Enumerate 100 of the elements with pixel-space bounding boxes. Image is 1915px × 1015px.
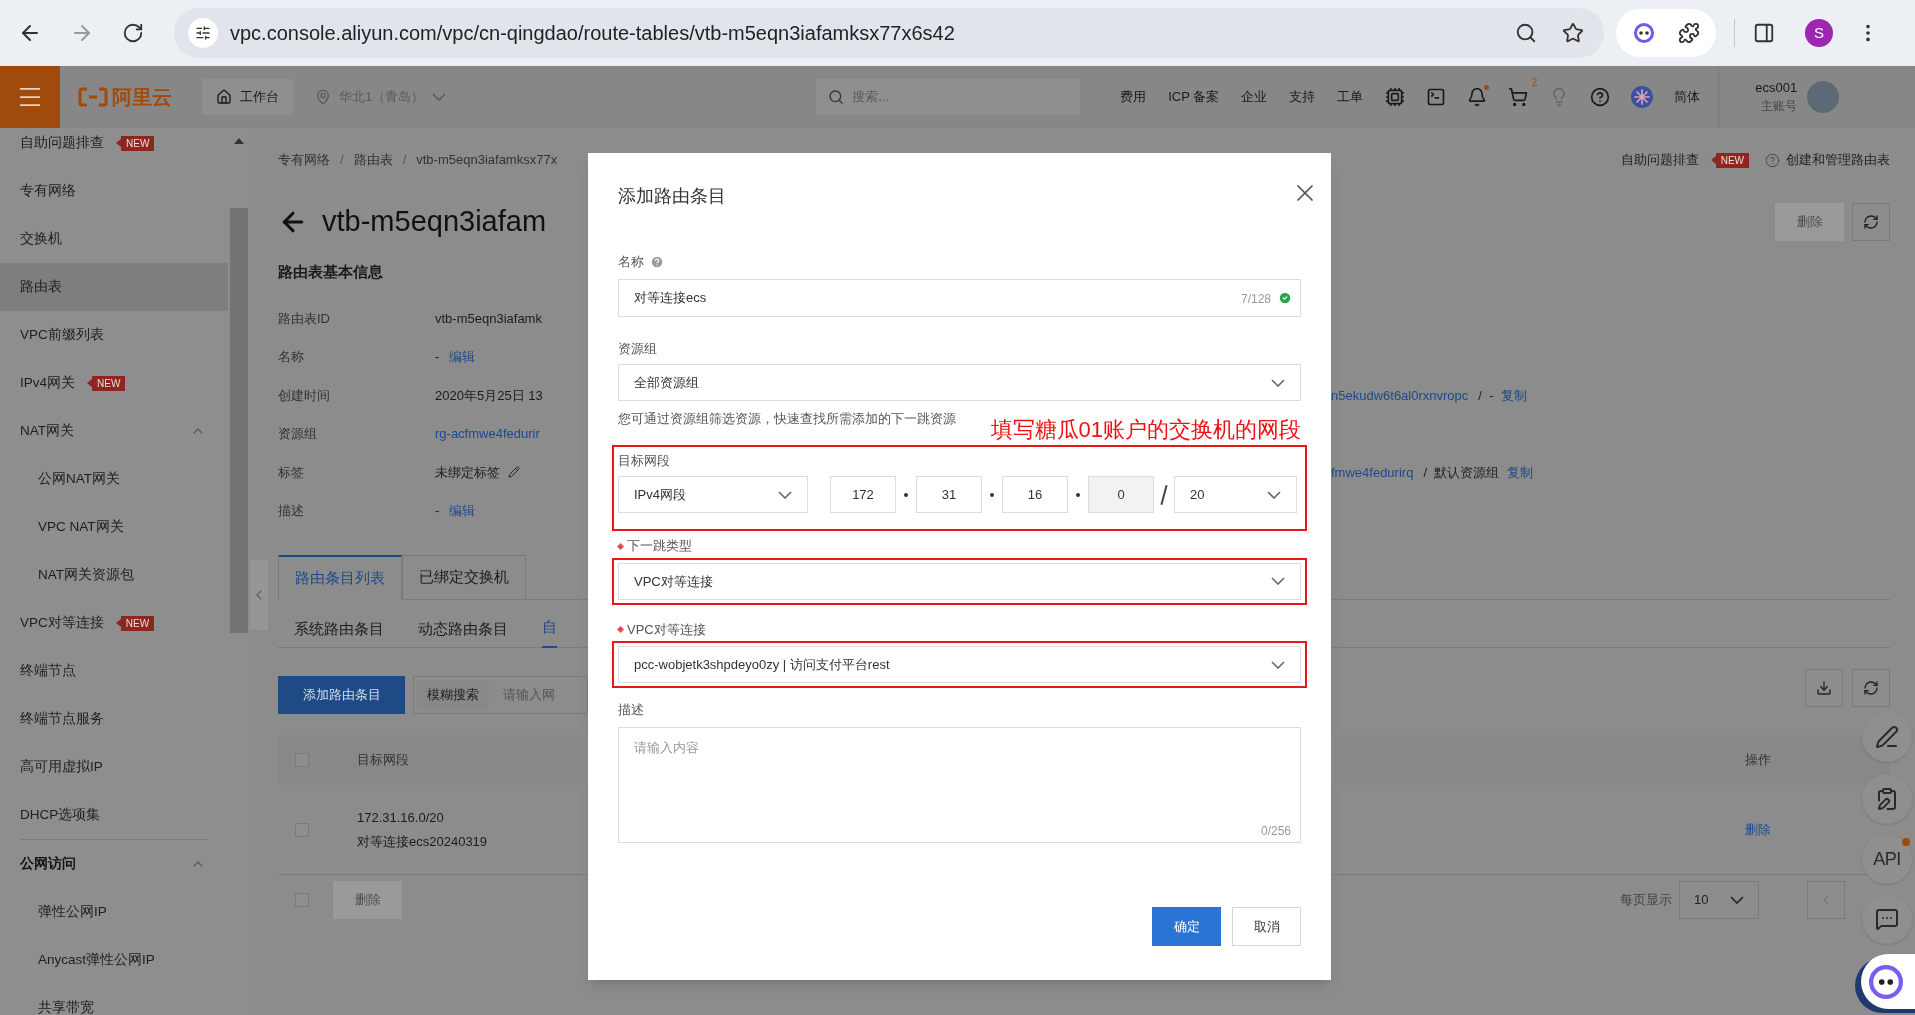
subtab[interactable]: 自	[542, 615, 557, 648]
dialog-title: 添加路由条目	[618, 185, 726, 208]
sidebar-item[interactable]: 终端节点服务	[0, 695, 228, 743]
edit-link[interactable]: 编辑	[449, 501, 476, 521]
sidebar-item[interactable]: Anycast弹性公网IP	[0, 936, 228, 984]
sidebar-item[interactable]: 自助问题排查 NEW	[0, 128, 228, 167]
breadcrumb-item[interactable]: 专有网络	[278, 150, 330, 170]
assistant-icon[interactable]	[1631, 86, 1654, 108]
octet-input[interactable]: 31	[916, 476, 982, 514]
field-label: VPC对等连接	[627, 620, 706, 639]
chat-button[interactable]	[1862, 894, 1912, 944]
download-button[interactable]	[1805, 669, 1843, 707]
page-size-select[interactable]: 10	[1679, 881, 1759, 919]
sidebar-item[interactable]: IPv4网关 NEW	[0, 359, 228, 407]
reload-icon[interactable]	[122, 22, 144, 44]
annotation-text: 填写糖瓜01账户的交换机的网段	[990, 415, 1301, 444]
help-icon[interactable]	[1590, 87, 1611, 107]
subtab[interactable]: 动态路由条目	[418, 617, 508, 648]
section-title: 路由表基本信息	[278, 261, 383, 282]
dropdown-select[interactable]: 全部资源组	[618, 364, 1301, 401]
sidebar-item[interactable]: 公网NAT网关	[0, 455, 228, 503]
bell-icon[interactable]	[1467, 87, 1488, 107]
copy-link[interactable]: 复制	[1507, 462, 1534, 482]
dot-separator-icon	[904, 492, 908, 497]
nav-link[interactable]: 费用	[1120, 87, 1147, 107]
sidebar-item[interactable]: 交换机	[0, 215, 228, 263]
sidebar-item[interactable]: DHCP选项集	[0, 791, 228, 839]
mask-select[interactable]: 20	[1174, 476, 1297, 514]
sidebar-item[interactable]: NAT网关	[0, 407, 228, 455]
sidebar-item[interactable]: 共享带宽	[0, 984, 228, 1015]
refresh-icon	[1863, 214, 1879, 230]
bookmark-icon[interactable]	[1562, 22, 1584, 44]
scroll-up-icon[interactable]	[234, 138, 244, 144]
collapse-handle[interactable]	[250, 560, 268, 630]
extension-icon[interactable]	[1632, 21, 1656, 45]
sidebar-item[interactable]: VPC NAT网关	[0, 503, 228, 551]
edit-icon[interactable]	[508, 466, 520, 479]
info-label: 名称	[278, 348, 305, 366]
api-button[interactable]: API	[1862, 834, 1912, 884]
menu-button[interactable]	[0, 66, 60, 128]
feedback-button[interactable]	[1862, 774, 1912, 824]
terminal-icon[interactable]	[1426, 87, 1447, 107]
cart-icon[interactable]	[1508, 87, 1529, 107]
download-icon	[1816, 680, 1832, 696]
ip-type-select[interactable]: IPv4网段	[618, 476, 808, 514]
resource-link[interactable]: fmwe4fedurirq	[1331, 462, 1414, 482]
sidebar-item[interactable]: 专有网络	[0, 167, 228, 215]
copy-link[interactable]: 复制	[1501, 385, 1528, 405]
octet-input[interactable]: 172	[830, 476, 896, 514]
refresh-button[interactable]	[1852, 669, 1890, 707]
help-link[interactable]: 自助问题排查	[1620, 150, 1699, 170]
nav-link[interactable]: ICP 备案	[1168, 87, 1220, 107]
breadcrumb-item[interactable]: 路由表	[353, 150, 393, 170]
sidebar-item[interactable]: 终端节点	[0, 647, 228, 695]
dropdown-select[interactable]: pcc-wobjetk3shpdeyo0zy | 访问支付平台rest	[618, 646, 1301, 684]
profile-avatar[interactable]: S	[1805, 19, 1833, 47]
edit-link[interactable]: 编辑	[449, 347, 476, 367]
nav-link[interactable]: 支持	[1289, 87, 1316, 107]
sidebar-item[interactable]: VPC前缀列表	[0, 311, 228, 359]
refresh-button[interactable]	[1852, 203, 1890, 241]
edit-button[interactable]	[1862, 712, 1912, 762]
resource-link[interactable]: n5ekudw6t6al0rxnvropc	[1331, 385, 1469, 405]
help-link[interactable]: 创建和管理路由表	[1786, 150, 1890, 170]
sidebar-item[interactable]: 公网访问	[0, 840, 228, 888]
resource-group-link[interactable]: rg-acfmwe4fedurir	[435, 424, 540, 444]
dropdown-select[interactable]: VPC对等连接	[618, 562, 1301, 600]
tab[interactable]: 已绑定交换机	[402, 555, 526, 600]
add-route-button[interactable]: 添加路由条目	[278, 676, 405, 714]
subtab[interactable]: 系统路由条目	[294, 617, 384, 648]
dot-separator-icon	[1076, 492, 1080, 497]
site-settings-button[interactable]	[188, 18, 218, 48]
side-panel-icon[interactable]	[1753, 22, 1775, 44]
delete-link[interactable]: 删除	[1745, 819, 1771, 840]
slash-icon	[1160, 484, 1168, 505]
extensions-icon[interactable]	[1678, 22, 1700, 44]
sidebar-item[interactable]: NAT网关资源包	[0, 551, 228, 599]
chip-icon[interactable]	[1385, 87, 1406, 107]
confirm-button[interactable]: 确定	[1152, 906, 1221, 946]
workbench-button[interactable]: 工作台	[202, 79, 293, 115]
account-name[interactable]: ecs001	[1755, 79, 1798, 97]
sidebar-item[interactable]: 路由表	[0, 263, 228, 311]
scrollbar-thumb[interactable]	[230, 208, 248, 633]
zoom-icon[interactable]	[1515, 22, 1537, 44]
table-cell-text: 172.31.16.0/20	[357, 809, 445, 827]
cancel-button[interactable]: 取消	[1232, 906, 1301, 946]
octet-input[interactable]: 16	[1002, 476, 1068, 514]
cart-count: 2	[1531, 76, 1538, 90]
sidebar-item[interactable]: 弹性公网IP	[0, 888, 228, 936]
nav-link[interactable]: 企业	[1241, 87, 1268, 107]
character-counter: 0/256	[1260, 822, 1291, 840]
sidebar-item[interactable]: VPC对等连接 NEW	[0, 599, 228, 647]
dot-separator-icon	[990, 492, 994, 497]
chat-icon	[1875, 907, 1899, 931]
search-icon	[828, 89, 845, 105]
info-label: 资源组	[278, 425, 318, 443]
language-link[interactable]: 简体	[1674, 87, 1701, 107]
nav-link[interactable]: 工单	[1337, 87, 1364, 107]
search-mode-select[interactable]: 模糊搜索	[417, 680, 489, 710]
sidebar-item[interactable]: 高可用虚拟IP	[0, 743, 228, 791]
tab[interactable]: 路由条目列表	[278, 555, 402, 600]
